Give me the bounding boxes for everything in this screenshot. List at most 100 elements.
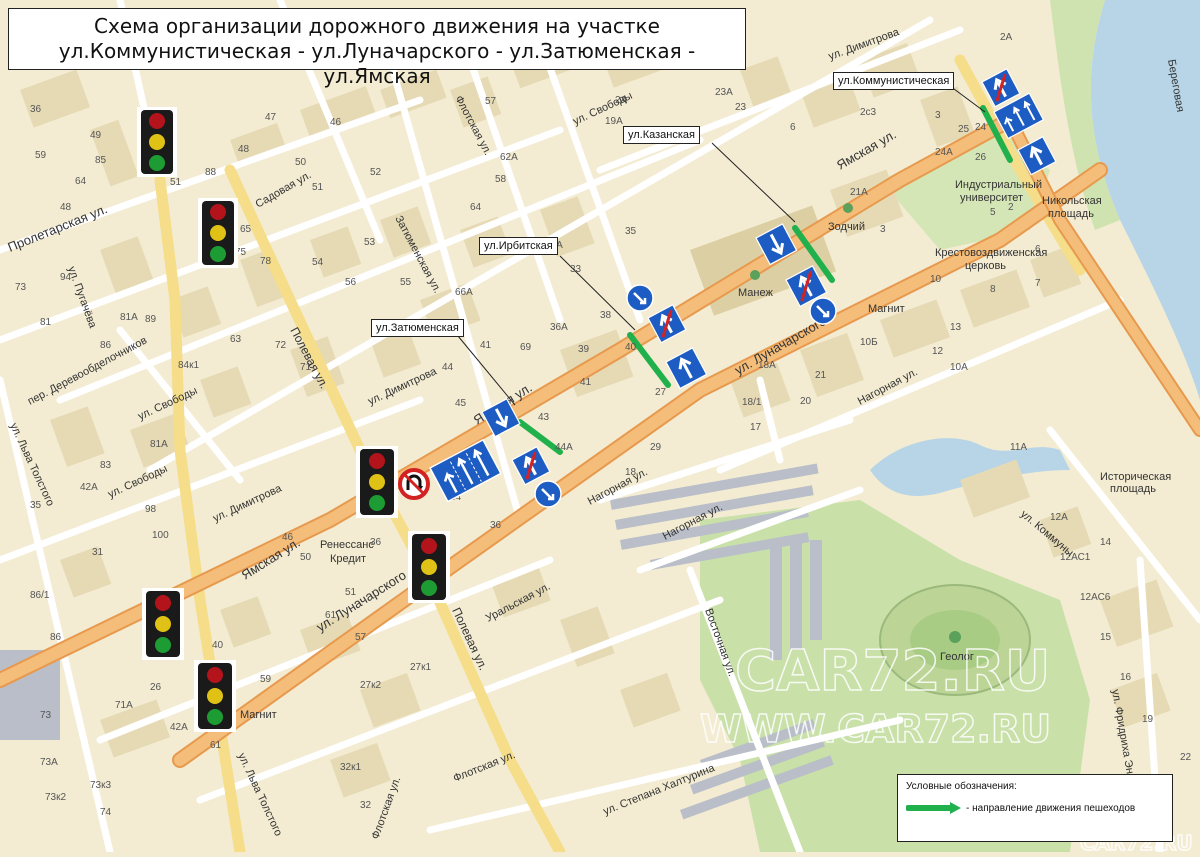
house-number: 17 [750, 422, 762, 433]
house-number: 20 [800, 396, 812, 407]
house-number: 73 [40, 710, 52, 721]
house-number: 16 [1120, 672, 1132, 683]
house-number: 66А [455, 287, 473, 298]
house-number: 86 [50, 632, 62, 643]
house-number: 73 [15, 282, 27, 293]
watermark-text: CAR72.RU [735, 639, 1050, 704]
house-number: 35 [30, 500, 42, 511]
house-number: 3 [880, 224, 886, 235]
house-number: 72 [275, 340, 287, 351]
traffic-light-icon [137, 107, 177, 177]
house-number: 33 [570, 264, 582, 275]
house-number: 44А [555, 442, 573, 453]
traffic-light-icon [142, 588, 184, 660]
house-number: 47 [265, 112, 277, 123]
house-number: 50 [295, 157, 307, 168]
house-number: 21 [815, 370, 827, 381]
title-line-1: Схема организации дорожного движения на … [94, 14, 660, 38]
house-number: 48 [238, 144, 250, 155]
house-number: 14 [1100, 537, 1112, 548]
house-number: 62А [500, 152, 518, 163]
house-number: 36 [30, 104, 42, 115]
house-number: 89 [145, 314, 157, 325]
house-number: 81А [120, 312, 138, 323]
house-number: 12АС6 [1080, 592, 1111, 603]
house-number: 3 [935, 110, 941, 121]
watermark-text: WWW.CAR72.RU [700, 707, 1051, 751]
house-number: 73к2 [45, 792, 66, 803]
house-number: 18/1 [742, 397, 762, 408]
house-number: 81А [150, 439, 168, 450]
house-number: 55 [400, 277, 412, 288]
house-number: 43 [538, 412, 550, 423]
house-number: 61 [210, 740, 222, 751]
house-number: 69 [520, 342, 532, 353]
house-number: 10Б [860, 337, 878, 348]
house-number: 41 [480, 340, 492, 351]
house-number: 36 [490, 520, 502, 531]
house-number: 74 [100, 807, 112, 818]
house-number: 19А [605, 116, 623, 127]
house-number: 35 [625, 226, 637, 237]
place-renaissance-credit: Кредит [330, 553, 366, 565]
place-church: церковь [965, 260, 1006, 272]
map-canvas[interactable]: 36 49 59 64 48 85 51 88 65 75 78 73 94 81 81А 89 86 84к1 6… [0, 0, 1200, 857]
house-number: 26 [975, 152, 987, 163]
map-title: Схема организации дорожного движения на … [8, 8, 746, 88]
house-number: 54 [312, 257, 324, 268]
house-number: 100 [152, 530, 169, 541]
house-number: 86 [100, 340, 112, 351]
house-number: 50 [300, 552, 312, 563]
house-number: 45 [455, 398, 467, 409]
house-number: 73к3 [90, 780, 111, 791]
house-number: 27 [655, 387, 667, 398]
place-historical-square: площадь [1110, 483, 1156, 495]
house-number: 6 [790, 122, 796, 133]
house-number: 85 [95, 155, 107, 166]
pedestrian-arrow-icon [906, 802, 961, 814]
house-number: 36А [550, 322, 568, 333]
house-number: 27к1 [410, 662, 431, 673]
traffic-light-icon [194, 660, 236, 732]
house-number: 71А [115, 700, 133, 711]
house-number: 27к2 [360, 680, 381, 691]
house-number: 32 [360, 800, 372, 811]
house-number: 81 [40, 317, 52, 328]
house-number: 51 [312, 182, 324, 193]
house-number: 23 [735, 102, 747, 113]
house-number: 84к1 [178, 360, 199, 371]
callout-kommunisticheskaya: ул.Коммунистическая [833, 72, 955, 90]
house-number: 86/1 [30, 590, 50, 601]
house-number: 13 [950, 322, 962, 333]
place-magnit: Магнит [868, 303, 905, 315]
house-number: 25 [958, 124, 970, 135]
house-number: 12 [932, 346, 944, 357]
keep-right-sign-icon [626, 284, 654, 312]
house-number: 53 [364, 237, 376, 248]
house-number: 59 [35, 150, 47, 161]
map-svg: 3649596448855188657578739481 81А 898684к16… [0, 0, 1200, 857]
no-u-turn-sign-icon [398, 468, 430, 500]
house-number: 63 [230, 334, 242, 345]
house-number: 64 [75, 176, 87, 187]
house-number: 40 [212, 640, 224, 651]
house-number: 2А [1000, 32, 1013, 43]
house-number: 98 [145, 504, 157, 515]
house-number: 78 [260, 256, 272, 267]
house-number: 12А [1050, 512, 1068, 523]
legend-title: Условные обозначения: [906, 781, 1017, 792]
house-number: 64 [470, 202, 482, 213]
house-number: 56 [345, 277, 357, 288]
house-number: 15 [1100, 632, 1112, 643]
house-number: 2с3 [860, 107, 877, 118]
house-number: 39 [578, 344, 590, 355]
house-number: 22 [1180, 752, 1192, 763]
house-number: 42А [170, 722, 188, 733]
place-renaissance: Ренессанс [320, 539, 374, 551]
house-number: 42А [80, 482, 98, 493]
house-number: 26 [150, 682, 162, 693]
traffic-light-icon [408, 531, 450, 603]
house-number: 52 [370, 167, 382, 178]
house-number: 5 [990, 207, 996, 218]
house-number: 31 [92, 547, 104, 558]
